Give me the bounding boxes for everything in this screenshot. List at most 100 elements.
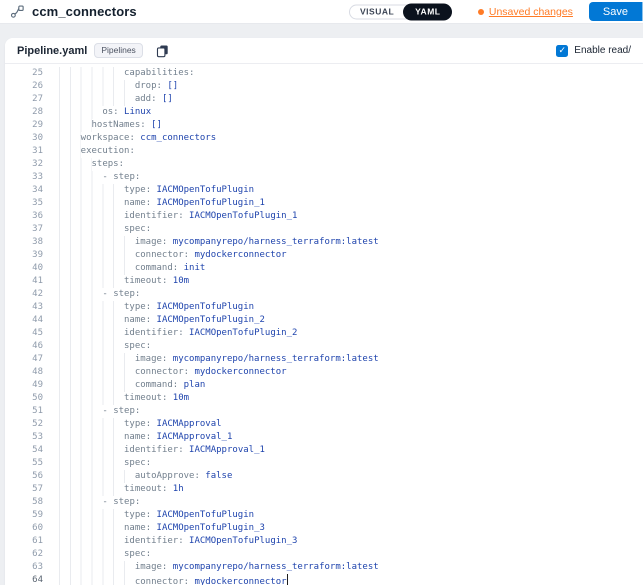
indent-guides [59,340,124,353]
code-line[interactable]: 45identifier: IACMOpenTofuPlugin_2 [5,327,643,340]
copy-button[interactable] [156,44,169,58]
save-button[interactable]: Save [589,2,642,21]
code-line[interactable]: 62spec: [5,548,643,561]
code-line[interactable]: 61identifier: IACMOpenTofuPlugin_3 [5,535,643,548]
line-number[interactable]: 58 [5,496,43,509]
code-line[interactable]: 53name: IACMApproval_1 [5,431,643,444]
code-line[interactable]: 60name: IACMOpenTofuPlugin_3 [5,522,643,535]
yaml-key: image: [135,354,168,364]
line-number[interactable]: 57 [5,483,43,496]
line-number[interactable]: 61 [5,535,43,548]
line-number[interactable]: 26 [5,80,43,93]
code-line[interactable]: 48connector: mydockerconnector [5,366,643,379]
line-number[interactable]: 44 [5,314,43,327]
code-line[interactable]: 39connector: mydockerconnector [5,249,643,262]
unsaved-changes-link[interactable]: Unsaved changes [478,6,573,18]
code-line[interactable]: 47image: mycompanyrepo/harness_terraform… [5,353,643,366]
line-number[interactable]: 46 [5,340,43,353]
code-line[interactable]: 58- step: [5,496,643,509]
line-number[interactable]: 49 [5,379,43,392]
code-line[interactable]: 26drop: [] [5,80,643,93]
code-line[interactable]: 50timeout: 10m [5,392,643,405]
code-line[interactable]: 40command: init [5,262,643,275]
yaml-value: mydockerconnector [194,250,286,260]
code-line[interactable]: 51- step: [5,405,643,418]
line-number[interactable]: 42 [5,288,43,301]
line-number[interactable]: 37 [5,223,43,236]
line-number[interactable]: 48 [5,366,43,379]
line-number[interactable]: 40 [5,262,43,275]
line-number[interactable]: 25 [5,67,43,80]
line-number[interactable]: 29 [5,119,43,132]
entity-type-badge: Pipelines [94,43,143,58]
code-line[interactable]: 34type: IACMOpenTofuPlugin [5,184,643,197]
code-line[interactable]: 27add: [] [5,93,643,106]
code-text: connector: mydockerconnector [59,574,288,585]
line-number[interactable]: 30 [5,132,43,145]
line-number[interactable]: 35 [5,197,43,210]
code-line[interactable]: 36identifier: IACMOpenTofuPlugin_1 [5,210,643,223]
line-number[interactable]: 64 [5,574,43,585]
line-number[interactable]: 38 [5,236,43,249]
code-line[interactable]: 35name: IACMOpenTofuPlugin_1 [5,197,643,210]
code-line[interactable]: 54 identifier: IACMApproval_1 [5,444,643,457]
line-number[interactable]: 28 [5,106,43,119]
code-line[interactable]: 30workspace: ccm_connectors [5,132,643,145]
code-line[interactable]: 28os: Linux [5,106,643,119]
enable-edit-checkbox[interactable]: ✓ [556,45,568,57]
code-line[interactable]: 42- step: [5,288,643,301]
code-line[interactable]: 29hostNames: [] [5,119,643,132]
code-line[interactable]: 43type: IACMOpenTofuPlugin [5,301,643,314]
line-number[interactable]: 63 [5,561,43,574]
code-line[interactable]: 44name: IACMOpenTofuPlugin_2 [5,314,643,327]
code-line[interactable]: 52type: IACMApproval [5,418,643,431]
line-number[interactable]: 56 [5,470,43,483]
code-line[interactable]: 31execution: [5,145,643,158]
code-line[interactable]: 25capabilities: [5,67,643,80]
line-number[interactable]: 55 [5,457,43,470]
line-number[interactable]: 31 [5,145,43,158]
code-line[interactable]: 41timeout: 10m [5,275,643,288]
line-number[interactable]: 39 [5,249,43,262]
yaml-key: command: [135,380,178,390]
line-number[interactable]: 33 [5,171,43,184]
line-number[interactable]: 27 [5,93,43,106]
toggle-yaml-button[interactable]: YAML [403,3,452,20]
line-number[interactable]: 62 [5,548,43,561]
code-line[interactable]: 64 connector: mydockerconnector [5,574,643,585]
yaml-key: identifier: [124,328,184,338]
code-line[interactable]: 38image: mycompanyrepo/harness_terraform… [5,236,643,249]
toggle-visual-button[interactable]: VISUAL [350,4,404,19]
line-number[interactable]: 54 [5,444,43,457]
yaml-key: image: [135,237,168,247]
line-number[interactable]: 53 [5,431,43,444]
line-number[interactable]: 34 [5,184,43,197]
code-line[interactable]: 59type: IACMOpenTofuPlugin [5,509,643,522]
indent-guides [59,119,92,132]
yaml-editor[interactable]: 25capabilities:26drop: []27add: []28os: … [5,64,643,585]
yaml-editor-card: Pipeline.yaml Pipelines ✓ Enable read/ 2… [5,38,643,585]
line-number[interactable]: 36 [5,210,43,223]
code-text: - step: [59,171,140,184]
code-line[interactable]: 46 spec: [5,340,643,353]
line-number[interactable]: 32 [5,158,43,171]
line-number[interactable]: 50 [5,392,43,405]
code-line[interactable]: 33 - step: [5,171,643,184]
line-number[interactable]: 47 [5,353,43,366]
code-line[interactable]: 37spec: [5,223,643,236]
code-line[interactable]: 57timeout: 1h [5,483,643,496]
code-line[interactable]: 56autoApprove: false [5,470,643,483]
line-number[interactable]: 59 [5,509,43,522]
line-number[interactable]: 43 [5,301,43,314]
line-number[interactable]: 60 [5,522,43,535]
code-line[interactable]: 55spec: [5,457,643,470]
line-number[interactable]: 51 [5,405,43,418]
code-line[interactable]: 63image: mycompanyrepo/harness_terraform… [5,561,643,574]
yaml-key: spec: [124,341,151,351]
line-number[interactable]: 45 [5,327,43,340]
code-line[interactable]: 49command: plan [5,379,643,392]
line-number[interactable]: 41 [5,275,43,288]
line-number[interactable]: 52 [5,418,43,431]
code-text: identifier: IACMApproval_1 [59,444,265,457]
code-line[interactable]: 32steps: [5,158,643,171]
